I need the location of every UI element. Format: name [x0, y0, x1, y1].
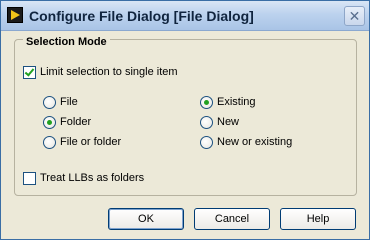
- labview-app-icon: [7, 7, 23, 23]
- help-button[interactable]: Help: [280, 208, 356, 230]
- title-bar[interactable]: Configure File Dialog [File Dialog] ✕: [1, 1, 369, 31]
- radio-folder[interactable]: [43, 116, 56, 129]
- radio-file-or-folder-label[interactable]: File or folder: [60, 136, 121, 148]
- radio-existing-label[interactable]: Existing: [217, 96, 256, 108]
- limit-single-checkbox[interactable]: [23, 66, 36, 79]
- ok-button[interactable]: OK: [108, 208, 184, 230]
- checkmark-icon: [24, 66, 35, 77]
- limit-single-label[interactable]: Limit selection to single item: [40, 66, 178, 78]
- radio-folder-label[interactable]: Folder: [60, 116, 91, 128]
- radio-new-or-existing[interactable]: [200, 136, 213, 149]
- radio-file[interactable]: [43, 96, 56, 109]
- radio-file-or-folder[interactable]: [43, 136, 56, 149]
- radio-new-label[interactable]: New: [217, 116, 239, 128]
- radio-existing[interactable]: [200, 96, 213, 109]
- cancel-button[interactable]: Cancel: [194, 208, 270, 230]
- radio-file-label[interactable]: File: [60, 96, 78, 108]
- treat-llbs-label[interactable]: Treat LLBs as folders: [40, 172, 144, 184]
- radio-selected-dot: [204, 100, 209, 105]
- close-button[interactable]: ✕: [344, 6, 365, 26]
- treat-llbs-checkbox[interactable]: [23, 172, 36, 185]
- radio-selected-dot: [47, 120, 52, 125]
- radio-new-or-existing-label[interactable]: New or existing: [217, 136, 292, 148]
- dialog-window: Configure File Dialog [File Dialog] ✕ Se…: [0, 0, 370, 240]
- radio-new[interactable]: [200, 116, 213, 129]
- window-title: Configure File Dialog [File Dialog]: [29, 8, 254, 24]
- close-icon: ✕: [348, 8, 361, 24]
- selection-mode-title: Selection Mode: [23, 36, 110, 48]
